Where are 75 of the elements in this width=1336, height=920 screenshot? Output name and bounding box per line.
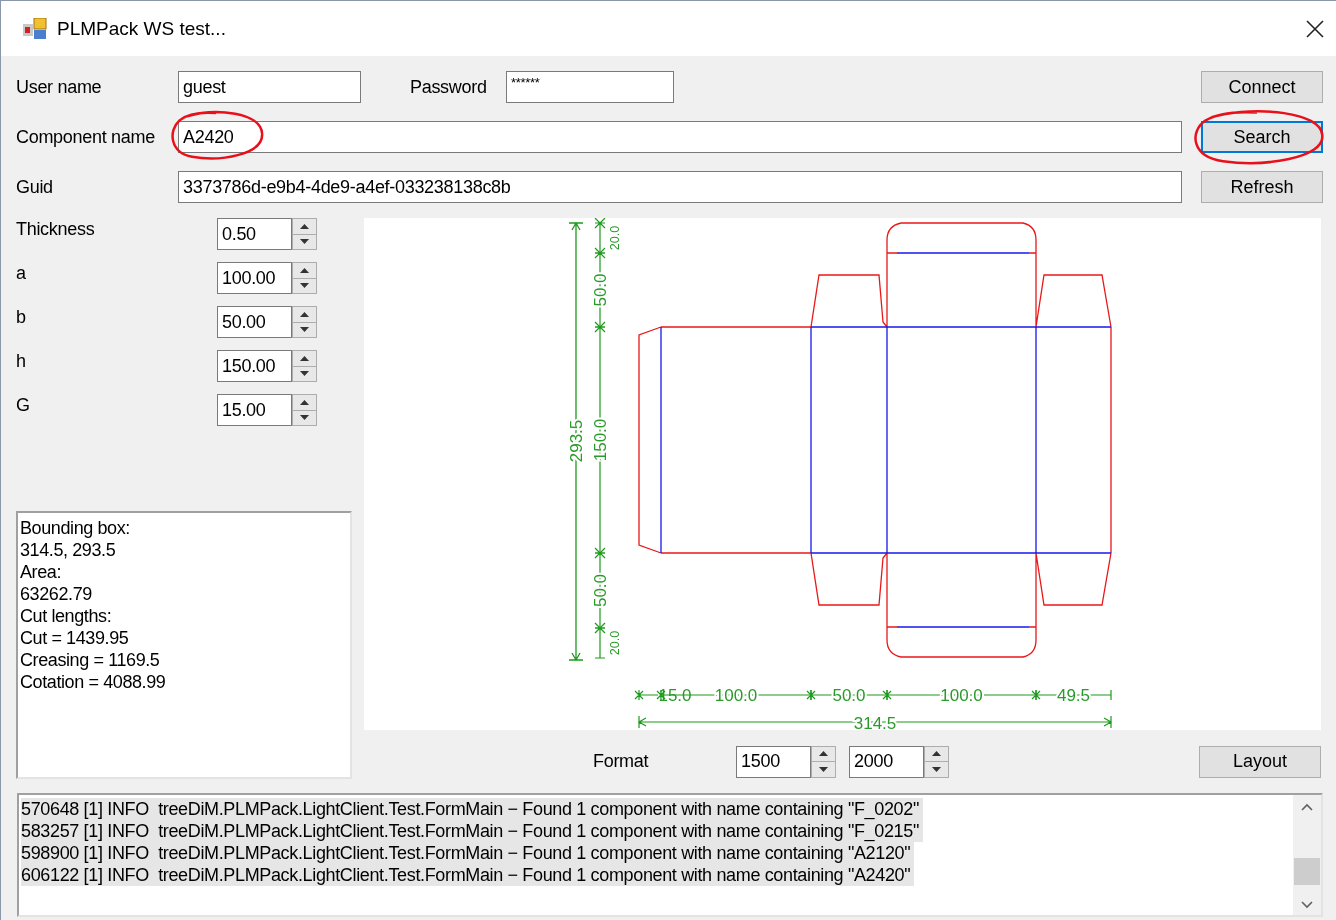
- dimension-label: 100.0: [714, 686, 758, 705]
- parameter-label: b: [16, 306, 27, 329]
- info-line: Bounding box:: [20, 517, 130, 539]
- format-label: Format: [593, 751, 650, 772]
- up-arrow-icon: [300, 355, 309, 361]
- number-field[interactable]: 0.50: [217, 218, 292, 250]
- info-line: Cotation = 4088.99: [20, 671, 166, 693]
- down-arrow-icon: [300, 327, 309, 333]
- spin-up-button[interactable]: [924, 745, 949, 762]
- dimension-label: 100.0: [940, 686, 983, 705]
- number-field[interactable]: 1500: [736, 745, 811, 778]
- down-arrow-icon: [300, 239, 309, 245]
- number-field[interactable]: 50.00: [217, 306, 292, 338]
- search-button[interactable]: Search: [1201, 121, 1323, 153]
- dimension-label: 50.0: [590, 573, 610, 608]
- number-field[interactable]: 100.00: [217, 262, 292, 294]
- info-line: Cut = 1439.95: [20, 627, 129, 649]
- field-label: Guid: [16, 176, 54, 198]
- spin-up-button[interactable]: [292, 218, 317, 235]
- window-title: PLMPack WS test...: [57, 17, 226, 40]
- parameter-label: h: [16, 350, 27, 373]
- parameter-label: a: [16, 262, 27, 285]
- number-field[interactable]: 2000: [849, 745, 924, 778]
- up-arrow-icon: [932, 751, 941, 757]
- info-line: 314.5, 293.5: [20, 539, 116, 561]
- scrollbar[interactable]: [1293, 795, 1321, 915]
- close-icon[interactable]: [1305, 18, 1325, 39]
- info-line: Creasing = 1169.5: [20, 649, 160, 671]
- up-arrow-icon: [819, 751, 828, 757]
- spin-up-button[interactable]: [811, 745, 836, 762]
- dimension-label: 20.0: [608, 225, 622, 251]
- number-field[interactable]: 15.00: [217, 394, 292, 426]
- field-label: Component name: [16, 126, 156, 148]
- refresh-button[interactable]: Refresh: [1201, 171, 1323, 203]
- info-line: Area:: [20, 561, 62, 583]
- up-arrow-icon: [300, 223, 309, 229]
- component-name-field[interactable]: A2420: [178, 121, 1182, 153]
- down-arrow-icon: [300, 415, 309, 421]
- dimension-label: 49.5: [1056, 686, 1091, 705]
- spin-up-button[interactable]: [292, 262, 317, 279]
- guid-field[interactable]: 3373786d-e9b4-4de9-a4ef-033238138c8b: [178, 171, 1182, 203]
- spin-up-button[interactable]: [292, 306, 317, 323]
- scroll-thumb[interactable]: [1294, 858, 1320, 885]
- dimension-label: 293.5: [567, 419, 586, 463]
- info-line: 63262.79: [20, 583, 92, 605]
- spin-up-button[interactable]: [292, 350, 317, 367]
- spin-up-button[interactable]: [292, 394, 317, 411]
- down-arrow-icon: [300, 283, 309, 289]
- scroll-up-icon[interactable]: [1301, 803, 1313, 811]
- dimension-label: 20.0: [608, 630, 622, 656]
- dimension-label: 150.0: [590, 418, 610, 462]
- parameter-label: G: [16, 394, 31, 417]
- app-icon: [23, 17, 47, 40]
- spin-down-button[interactable]: [924, 762, 949, 778]
- down-arrow-icon: [819, 766, 828, 772]
- spin-down-button[interactable]: [811, 762, 836, 778]
- down-arrow-icon: [932, 766, 941, 772]
- connect-button[interactable]: Connect: [1201, 71, 1323, 103]
- down-arrow-icon: [300, 371, 309, 377]
- up-arrow-icon: [300, 399, 309, 405]
- user-name-field[interactable]: guest: [178, 71, 361, 103]
- layout-button[interactable]: Layout: [1199, 745, 1321, 778]
- dimension-label: 50.0: [832, 686, 866, 705]
- password-field[interactable]: ******: [506, 71, 674, 103]
- dimension-label: 314.5: [853, 714, 897, 730]
- info-line: Cut lengths:: [20, 605, 112, 627]
- number-field[interactable]: 150.00: [217, 350, 292, 382]
- parameter-label: Thickness: [16, 218, 96, 241]
- field-label: Password: [410, 76, 488, 98]
- scroll-down-icon[interactable]: [1301, 901, 1313, 909]
- up-arrow-icon: [300, 311, 309, 317]
- field-label: User name: [16, 76, 103, 98]
- dimension-label: 50.0: [590, 273, 610, 307]
- dimension-label: 15.0: [658, 686, 692, 705]
- up-arrow-icon: [300, 267, 309, 273]
